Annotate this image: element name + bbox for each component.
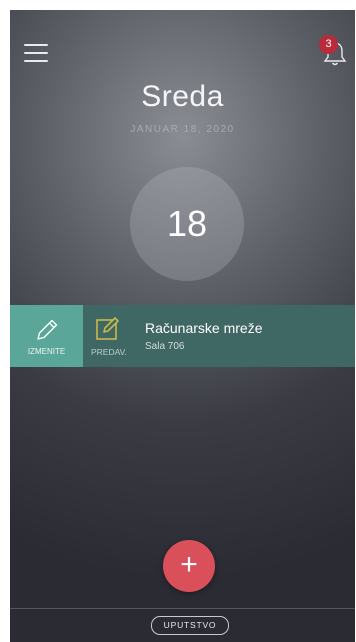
event-item[interactable]: PREDAV. Računarske mreže Sala 706 [83, 305, 355, 367]
day-number: 18 [166, 203, 208, 244]
day-name: Sreda [141, 80, 224, 113]
menu-line [24, 44, 48, 46]
edit-button[interactable]: IZMENITE [10, 305, 83, 367]
add-event-button[interactable]: + [163, 540, 215, 592]
edit-label: IZMENITE [27, 347, 66, 356]
plus-icon: + [180, 548, 198, 581]
event-type-label: PREDAV. [91, 347, 127, 357]
help-button[interactable]: UPUTSTVO [151, 616, 229, 635]
date-label: JANUAR 18, 2020 [130, 124, 235, 135]
day-number-circle: 18 [130, 167, 244, 281]
pencil-icon [37, 319, 58, 340]
lecture-edit-icon [96, 317, 119, 340]
menu-line [24, 60, 48, 62]
menu-line [24, 52, 48, 54]
app-screen: 3 Sreda JANUAR 18, 2020 18 IZMENITE PRED… [10, 10, 355, 642]
notifications-button[interactable]: 3 [319, 35, 349, 70]
event-room: Sala 706 [145, 341, 185, 352]
footer-divider [10, 608, 355, 609]
event-row: IZMENITE PREDAV. Računarske mreže Sala 7… [10, 305, 355, 367]
notification-badge: 3 [319, 35, 338, 54]
menu-icon[interactable] [24, 44, 48, 64]
event-title: Računarske mreže [145, 320, 263, 336]
